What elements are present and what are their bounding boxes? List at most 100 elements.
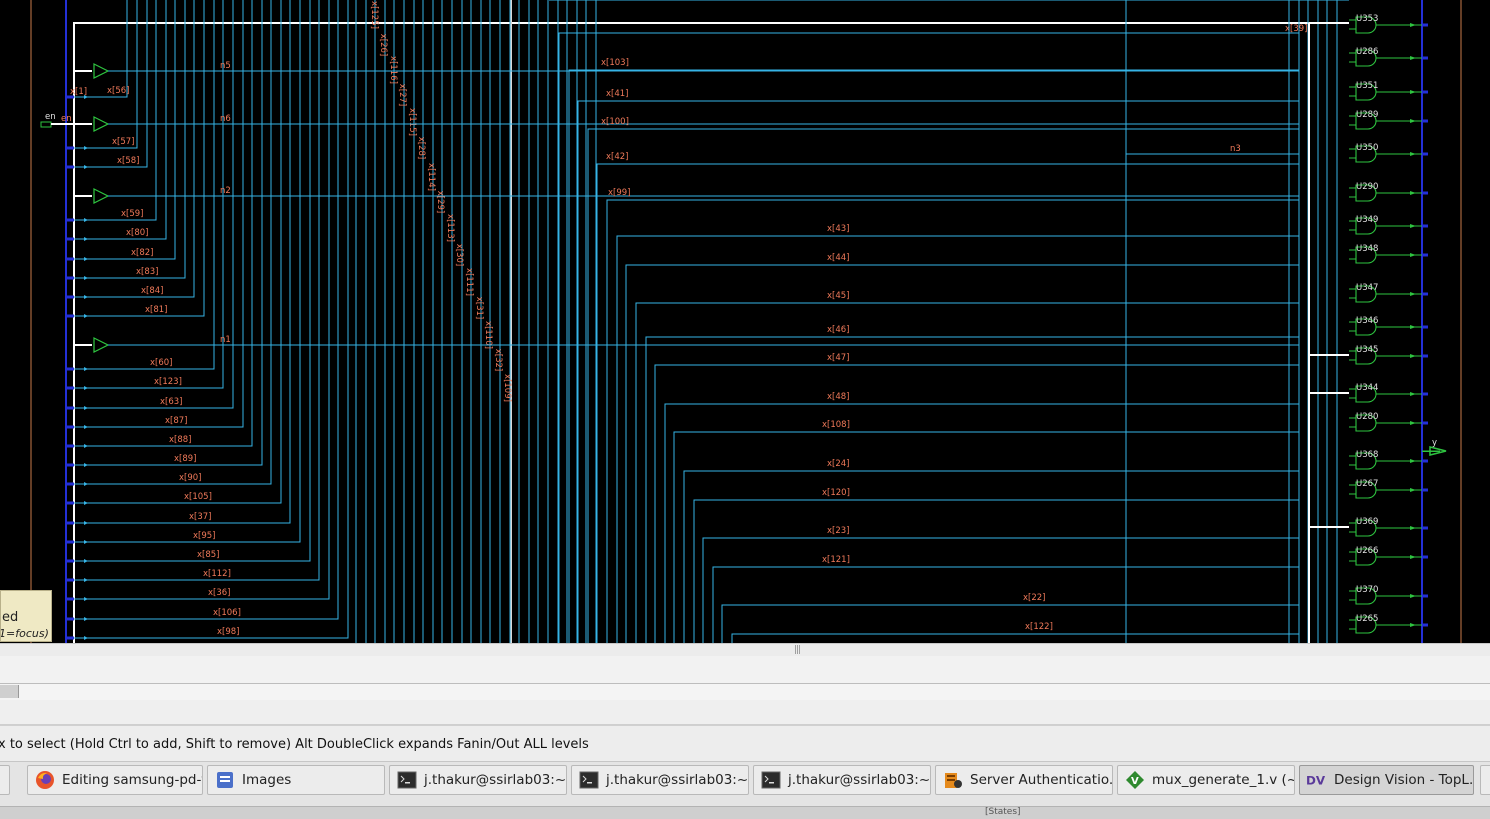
status-text: x to select (Hold Ctrl to add, Shift to … (0, 737, 589, 752)
vertical-net-label: x[116] (388, 56, 398, 84)
taskbar-item-vim[interactable]: V mux_generate_1.v (~... (1117, 765, 1295, 795)
vertical-net-label: x[113] (445, 214, 455, 242)
net-label: x[58] (117, 156, 139, 166)
net-label: x[46] (827, 325, 849, 335)
pin-marker (84, 463, 88, 467)
pin-marker (84, 386, 88, 390)
horizontal-scrollbar[interactable] (0, 683, 1490, 701)
vertical-net-label: x[109] (502, 374, 512, 402)
net-label: x[41] (606, 89, 628, 99)
taskbar-item-label: Images (242, 772, 292, 788)
scrollbar-thumb[interactable] (0, 685, 19, 698)
tooltip-line1: ed (2, 610, 19, 625)
mux-input-wire (625, 264, 1299, 643)
pin-marker (1410, 526, 1416, 530)
pin-marker (1410, 90, 1416, 94)
net-label: n5 (220, 61, 231, 71)
pin-marker (84, 276, 88, 280)
gate-label: U289 (1356, 110, 1378, 120)
mux-input-wire (702, 537, 1299, 643)
net-label: x[81] (145, 305, 167, 315)
mux-input-wire (587, 128, 1299, 643)
tooltip-line2: 1=focus) (0, 627, 49, 640)
buffer-icon (93, 337, 110, 353)
net-label: x[108] (822, 420, 850, 430)
gate-label: U349 (1356, 215, 1378, 225)
buffer-icon (93, 116, 110, 132)
pin-marker (1410, 623, 1416, 627)
vertical-net-label: x[29] (435, 191, 445, 213)
net-label: x[95] (193, 531, 215, 541)
taskbar-item-design-vision[interactable]: DV Design Vision - TopL... (1299, 765, 1474, 795)
net-label: x[59] (121, 209, 143, 219)
pin-marker (84, 540, 88, 544)
taskbar-item-terminal-2[interactable]: j.thakur@ssirlab03:~/... (571, 765, 749, 795)
gate-label: U267 (1356, 479, 1378, 489)
pin-marker (84, 578, 88, 582)
mux-input-wire (693, 499, 1299, 643)
input-port-label: en (45, 112, 56, 122)
taskbar-item-firefox[interactable]: Editing samsung-pd-t... (27, 765, 203, 795)
net-label: x[36] (208, 588, 230, 598)
taskbar-item-images[interactable]: Images (207, 765, 385, 795)
net-label: x[80] (126, 228, 148, 238)
en-port-icon (40, 121, 52, 128)
taskbar-item-label: Editing samsung-pd-t... (62, 772, 202, 788)
buffer-icon (93, 188, 110, 204)
pin-marker (84, 597, 88, 601)
gate-label: U370 (1356, 585, 1378, 595)
pin-marker (84, 218, 88, 222)
taskbar-item-label: mux_generate_1.v (~... (1152, 772, 1294, 788)
taskbar-item-label: Design Vision - TopL... (1334, 772, 1474, 788)
net-label: x[57] (112, 137, 134, 147)
pin-marker (1410, 488, 1416, 492)
vertical-net-label: x[115] (407, 108, 417, 136)
design-vision-icon: DV (1306, 770, 1328, 790)
input-wire (66, 0, 167, 240)
net-label: x[122] (1025, 622, 1053, 632)
pane-splitter[interactable]: ||| (0, 643, 1490, 657)
gate-label: U280 (1356, 412, 1378, 422)
input-wire (66, 0, 157, 221)
mux-input-wire (635, 302, 1299, 643)
net-label: n1 (220, 335, 231, 345)
console-panel (0, 656, 1490, 684)
gate-label: U368 (1356, 450, 1378, 460)
pin-marker (1410, 594, 1416, 598)
splitter-grip-icon[interactable]: ||| (794, 645, 801, 655)
net-label: x[45] (827, 291, 849, 301)
taskbar-item-hidden[interactable] (0, 765, 10, 795)
pin-marker (1410, 119, 1416, 123)
pin-marker (84, 314, 88, 318)
taskbar-item-terminal-3[interactable]: j.thakur@ssirlab03:~/... (753, 765, 931, 795)
pin-marker (1410, 354, 1416, 358)
taskbar-item-terminal-1[interactable]: j.thakur@ssirlab03:~/... (389, 765, 567, 795)
net-label: x[63] (160, 397, 182, 407)
vertical-net-label: x[32] (493, 349, 503, 371)
net-label: x[121] (822, 555, 850, 565)
mux-input-wire (577, 100, 1299, 643)
net-label: n6 (220, 114, 231, 124)
pin-marker (1410, 152, 1416, 156)
mux-input-wire (721, 604, 1299, 643)
taskbar-item-server-auth[interactable]: Server Authenticatio... (935, 765, 1113, 795)
net-label: x[22] (1023, 593, 1045, 603)
net-label: x[47] (827, 353, 849, 363)
net-label: x[103] (601, 58, 629, 68)
net-label: x[98] (217, 627, 239, 637)
mux-input-wire (664, 403, 1299, 643)
net-label: en (61, 114, 72, 124)
pin-marker (84, 237, 88, 241)
schematic-svg[interactable]: x[1] x[56]x[57]x[58]x[59]x[80]x[82]x[83]x… (0, 0, 1490, 643)
schematic-canvas[interactable]: x[1] x[56] x[57] x[58] x[59] x[80] x[82] x[83] x… (0, 0, 1490, 643)
taskbar-item-overflow[interactable] (1480, 765, 1490, 795)
vertical-net-label: x[111] (464, 268, 474, 296)
terminal-icon (760, 770, 782, 790)
net-label: x[24] (827, 459, 849, 469)
pin-marker (84, 295, 88, 299)
net-label: x[48] (827, 392, 849, 402)
input-wire (66, 0, 128, 98)
gate-label: U290 (1356, 182, 1378, 192)
pin-marker (84, 501, 88, 505)
vertical-net-label: x[28] (416, 137, 426, 159)
